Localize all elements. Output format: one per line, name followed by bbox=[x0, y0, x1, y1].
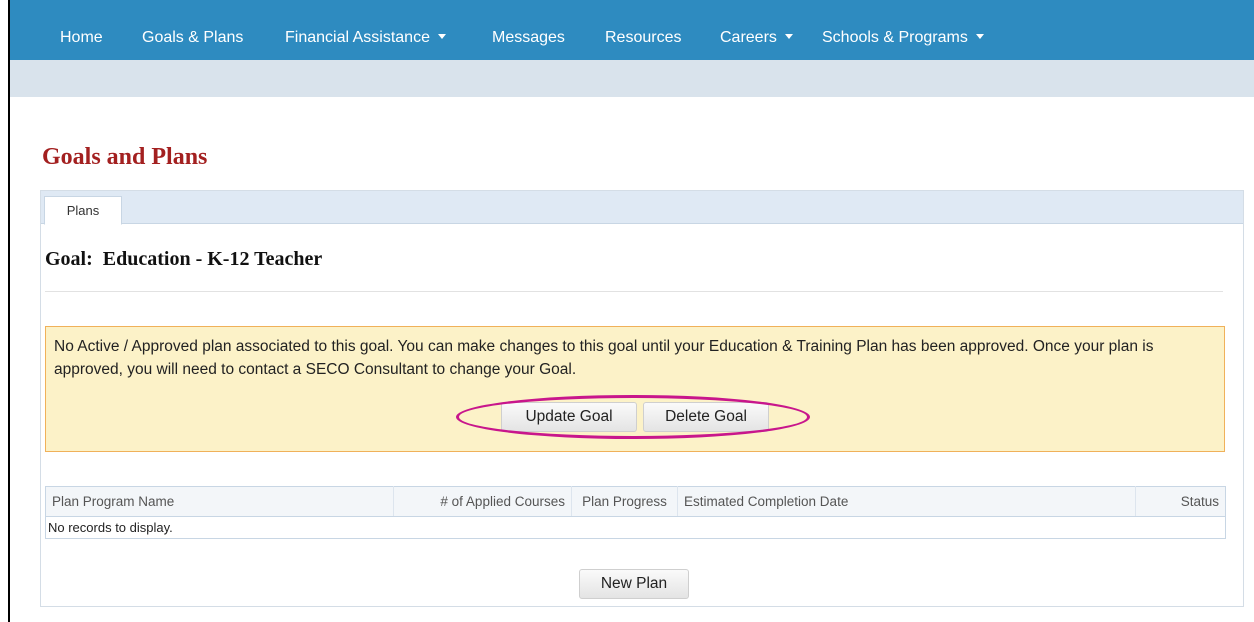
caret-down-icon bbox=[437, 34, 446, 39]
nav-careers-label: Careers bbox=[720, 29, 777, 46]
column-header-applied-courses[interactable]: # of Applied Courses bbox=[393, 486, 572, 517]
nav-resources[interactable]: Resources bbox=[605, 0, 681, 60]
nav-schools-programs-label: Schools & Programs bbox=[822, 29, 968, 46]
sub-navbar bbox=[10, 60, 1254, 97]
update-goal-button[interactable]: Update Goal bbox=[501, 402, 637, 432]
caret-down-icon bbox=[784, 34, 793, 39]
delete-goal-button[interactable]: Delete Goal bbox=[643, 402, 769, 432]
tab-plans[interactable]: Plans bbox=[44, 196, 122, 225]
column-header-estimated-completion-date[interactable]: Estimated Completion Date bbox=[677, 486, 1136, 517]
info-alert: No Active / Approved plan associated to … bbox=[45, 326, 1225, 452]
table-header-row: Plan Program Name # of Applied Courses P… bbox=[45, 486, 1226, 517]
nav-messages[interactable]: Messages bbox=[492, 0, 565, 60]
nav-financial-assistance-label: Financial Assistance bbox=[285, 29, 430, 46]
page-frame: Home Goals & Plans Financial Assistance … bbox=[8, 0, 1254, 622]
nav-home[interactable]: Home bbox=[60, 0, 103, 60]
column-header-plan-program-name[interactable]: Plan Program Name bbox=[45, 486, 394, 517]
new-plan-button[interactable]: New Plan bbox=[579, 569, 689, 599]
alert-message: No Active / Approved plan associated to … bbox=[54, 338, 1154, 378]
column-header-status[interactable]: Status bbox=[1135, 486, 1226, 517]
empty-table-message: No records to display. bbox=[48, 520, 173, 535]
plans-table: Plan Program Name # of Applied Courses P… bbox=[45, 486, 1226, 539]
nav-goals-plans[interactable]: Goals & Plans bbox=[142, 0, 243, 60]
tab-strip: Plans bbox=[41, 191, 1243, 225]
column-header-plan-progress[interactable]: Plan Progress bbox=[571, 486, 678, 517]
nav-careers[interactable]: Careers bbox=[720, 0, 793, 60]
page-title: Goals and Plans bbox=[42, 144, 208, 170]
top-navbar: Home Goals & Plans Financial Assistance … bbox=[10, 0, 1254, 60]
divider bbox=[45, 291, 1223, 292]
nav-financial-assistance[interactable]: Financial Assistance bbox=[285, 0, 446, 60]
caret-down-icon bbox=[975, 34, 984, 39]
nav-schools-programs[interactable]: Schools & Programs bbox=[822, 0, 984, 60]
goal-heading: Goal: Education - K-12 Teacher bbox=[45, 248, 323, 270]
goal-panel: Plans Goal: Education - K-12 Teacher No … bbox=[40, 190, 1244, 607]
table-row: No records to display. bbox=[46, 517, 1226, 539]
